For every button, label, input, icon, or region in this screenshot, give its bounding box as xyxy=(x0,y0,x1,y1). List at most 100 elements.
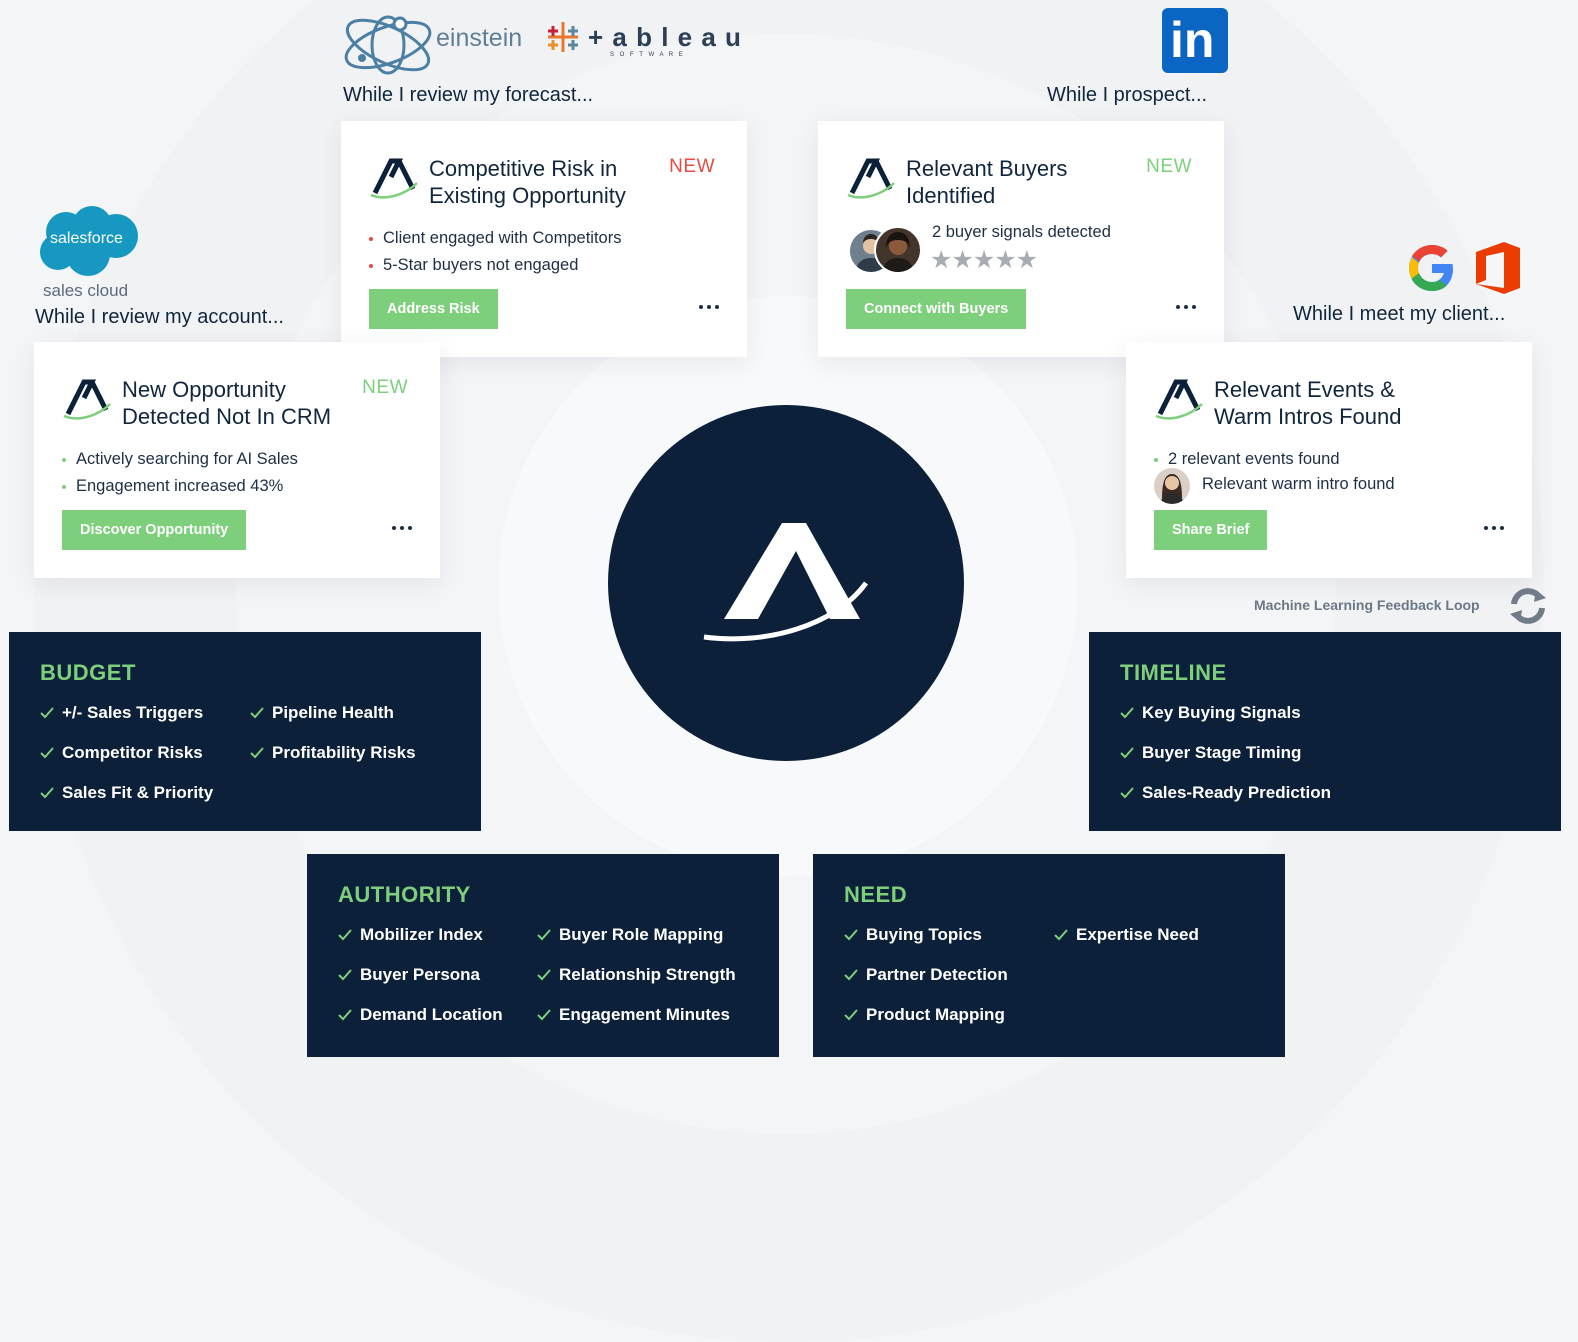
bullet-item: Engagement increased 43% xyxy=(62,473,298,500)
panel-item: Demand Location xyxy=(336,1005,503,1025)
panel-item: Key Buying Signals xyxy=(1118,703,1301,723)
check-icon xyxy=(1120,747,1134,759)
share-brief-button[interactable]: Share Brief xyxy=(1154,510,1268,550)
panel-item: Competitor Risks xyxy=(38,743,203,763)
aktify-logo-icon xyxy=(370,158,418,199)
aktify-logo-icon xyxy=(63,379,111,420)
panel-item: Buying Topics xyxy=(842,925,982,945)
check-icon xyxy=(844,1009,858,1021)
office-icon xyxy=(1476,242,1520,294)
panel-item-label: Partner Detection xyxy=(866,965,1008,984)
check-icon xyxy=(537,969,551,981)
check-icon xyxy=(1120,787,1134,799)
panel-item-label: Pipeline Health xyxy=(272,703,394,722)
bullet-text: Engagement increased 43% xyxy=(76,477,284,495)
einstein-logo: einstein xyxy=(340,12,523,78)
caption-client: While I meet my client... xyxy=(1293,303,1506,325)
card-title-line2: Existing Opportunity xyxy=(429,183,626,208)
panel-item-label: Buyer Role Mapping xyxy=(559,925,724,944)
bullet-item: 2 relevant events found xyxy=(1154,446,1340,473)
card-title: Competitive Risk in Existing Opportunity xyxy=(429,155,626,209)
bullet-text: Actively searching for AI Sales xyxy=(76,450,298,468)
panel-item-label: Profitability Risks xyxy=(272,743,416,762)
card-title-line2: Warm Intros Found xyxy=(1214,404,1402,429)
panel-item-label: Sales-Ready Prediction xyxy=(1142,783,1331,802)
check-icon xyxy=(338,969,352,981)
caption-account: While I review my account... xyxy=(35,306,284,328)
panel-item-label: Demand Location xyxy=(360,1005,503,1024)
new-badge: NEW xyxy=(669,156,715,177)
more-options-icon[interactable] xyxy=(1176,299,1196,315)
check-icon xyxy=(844,929,858,941)
google-logo xyxy=(1405,241,1459,295)
check-icon xyxy=(250,707,264,719)
aktify-logo-icon xyxy=(847,158,895,199)
address-risk-button[interactable]: Address Risk xyxy=(369,289,498,329)
card-competitive-risk: Competitive Risk in Existing Opportunity… xyxy=(341,121,747,357)
card-new-opportunity: New Opportunity Detected Not In CRM NEW … xyxy=(34,342,440,578)
check-icon xyxy=(40,747,54,759)
check-icon xyxy=(40,787,54,799)
check-icon xyxy=(1054,929,1068,941)
feedback-loop-label: Machine Learning Feedback Loop xyxy=(1254,597,1480,613)
einstein-wordmark: einstein xyxy=(436,24,523,52)
center-logo xyxy=(608,405,964,761)
refresh-icon xyxy=(1510,588,1546,624)
bullet-dot-icon xyxy=(62,457,66,462)
office-logo xyxy=(1472,240,1524,296)
panel-item: Profitability Risks xyxy=(248,743,416,763)
panel-item-label: Sales Fit & Priority xyxy=(62,783,214,802)
card-title: New Opportunity Detected Not In CRM xyxy=(122,376,331,430)
card-title-line1: Relevant Events & xyxy=(1214,377,1395,402)
caption-prospect: While I prospect... xyxy=(1047,84,1208,106)
panel-item-label: Buying Topics xyxy=(866,925,982,944)
panel-item: +/- Sales Triggers xyxy=(38,703,203,723)
more-options-icon[interactable] xyxy=(392,520,412,536)
panel-item: Buyer Stage Timing xyxy=(1118,743,1301,763)
check-icon xyxy=(844,969,858,981)
panel-item: Sales Fit & Priority xyxy=(38,783,213,803)
new-badge: NEW xyxy=(1146,156,1192,177)
warm-intro-text: Relevant warm intro found xyxy=(1202,475,1395,493)
aktify-mark-icon xyxy=(703,523,869,642)
panel-item: Buyer Persona xyxy=(336,965,480,985)
panel-item-label: Relationship Strength xyxy=(559,965,736,984)
tableau-cross-icon xyxy=(548,22,578,52)
einstein-atom-icon xyxy=(344,15,432,75)
panel-item: Expertise Need xyxy=(1052,925,1199,945)
person-icon xyxy=(1160,474,1184,504)
buyer-avatar-2 xyxy=(874,226,922,274)
panel-item-label: +/- Sales Triggers xyxy=(62,703,204,722)
panel-item: Engagement Minutes xyxy=(535,1005,730,1025)
bullet-item: Client engaged with Competitors xyxy=(369,225,621,252)
more-options-icon[interactable] xyxy=(1484,520,1504,536)
intro-avatar xyxy=(1154,468,1190,504)
panel-item-label: Product Mapping xyxy=(866,1005,1005,1024)
bullet-text: 5-Star buyers not engaged xyxy=(383,256,579,274)
tableau-wordmark: + a b l e a u xyxy=(588,22,742,52)
check-icon xyxy=(1120,707,1134,719)
salesforce-wordmark: salesforce xyxy=(50,230,123,247)
panel-item: Partner Detection xyxy=(842,965,1008,985)
panel-item-label: Engagement Minutes xyxy=(559,1005,730,1024)
card-relevant-buyers: Relevant Buyers Identified NEW 2 buyer s… xyxy=(818,121,1224,357)
card-bullets: Actively searching for AI Sales Engageme… xyxy=(62,446,298,500)
check-icon xyxy=(338,1009,352,1021)
panel-item-label: Buyer Stage Timing xyxy=(1142,743,1302,762)
new-badge: NEW xyxy=(362,377,408,398)
bullet-dot-icon xyxy=(369,236,373,241)
more-options-icon[interactable] xyxy=(699,299,719,315)
salesforce-logo: salesforce xyxy=(36,206,140,278)
card-title-line2: Detected Not In CRM xyxy=(122,404,332,429)
card-title: Relevant Events & Warm Intros Found xyxy=(1214,376,1401,430)
connect-with-buyers-button[interactable]: Connect with Buyers xyxy=(846,289,1027,329)
panel-item: Sales-Ready Prediction xyxy=(1118,783,1331,803)
linkedin-logo: in xyxy=(1162,8,1228,73)
sales-cloud-label: sales cloud xyxy=(43,281,129,300)
panel-item: Relationship Strength xyxy=(535,965,736,985)
panel-heading: AUTHORITY xyxy=(338,882,471,907)
panel-timeline: TIMELINE Key Buying Signals Buyer Stage … xyxy=(1089,632,1561,831)
discover-opportunity-button[interactable]: Discover Opportunity xyxy=(62,510,247,550)
bullet-dot-icon xyxy=(369,263,373,268)
panel-item-label: Competitor Risks xyxy=(62,743,203,762)
